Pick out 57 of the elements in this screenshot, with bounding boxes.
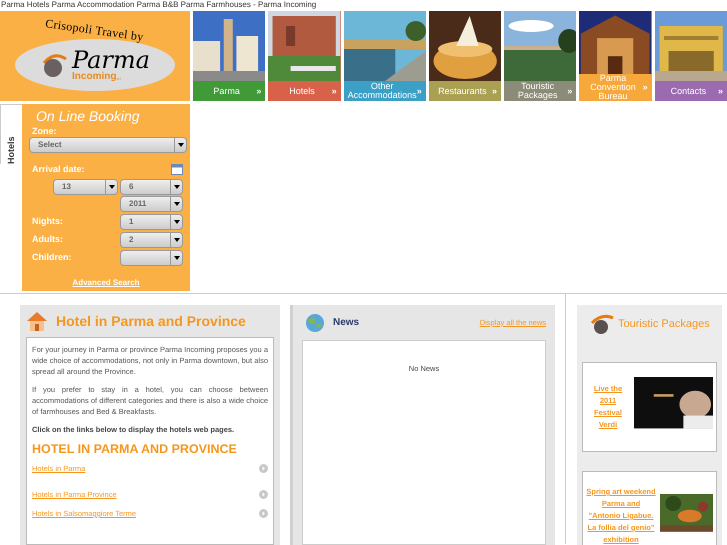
nav-tile[interactable]: Touristic Packages » xyxy=(504,11,576,101)
dropdown[interactable]: 13 xyxy=(53,178,118,194)
arrival-label: Arrival date: xyxy=(32,163,85,176)
dropdown-arrow-icon xyxy=(170,250,182,264)
zone-label: Zone: xyxy=(31,125,58,137)
news-title: News xyxy=(333,316,360,330)
house-icon xyxy=(26,311,48,331)
globe-icon xyxy=(305,312,325,332)
field-label: Nights: xyxy=(32,214,63,228)
dropdown-arrow-icon xyxy=(170,180,182,194)
dropdown-arrow-icon xyxy=(170,214,182,228)
calendar-icon[interactable] xyxy=(171,164,183,176)
page-title: Parma Hotels Parma Accommodation Parma B&B Parma Farmhouses - Parma Incoming xyxy=(0,0,318,11)
chevron-circle-icon xyxy=(259,490,268,499)
dropdown[interactable]: Select xyxy=(29,137,187,153)
field-label: Adults: xyxy=(32,232,63,246)
booking-title: On Line Booking xyxy=(35,107,141,125)
dropdown-arrow-icon xyxy=(170,196,182,210)
dropdown[interactable] xyxy=(120,250,183,266)
nav-arrow: » xyxy=(642,83,648,92)
dropdown[interactable]: 2 xyxy=(120,232,183,248)
logo-tagline: Crisopoli Travel by xyxy=(44,15,146,46)
logo-subtitle: Incoming xyxy=(72,72,116,82)
nav-label: Contacts xyxy=(670,86,708,96)
globe-arrow-icon xyxy=(40,51,68,79)
nav-arrow: » xyxy=(416,86,422,96)
nav-tile[interactable]: Parma Convention Bureau » xyxy=(579,11,652,101)
dropdown[interactable]: 2011 xyxy=(120,196,183,212)
advanced-search-link[interactable]: Advanced Search xyxy=(22,277,190,289)
dropdown-arrow-icon xyxy=(170,232,182,246)
hotel-title: Hotel in Parma and Province xyxy=(56,312,246,330)
dropdown-arrow-icon xyxy=(174,138,186,152)
nav-tile[interactable]: Contacts » xyxy=(654,11,727,101)
chevron-circle-icon xyxy=(259,509,268,518)
dropdown-arrow-icon xyxy=(105,180,117,194)
dropdown[interactable]: 6 xyxy=(120,178,183,194)
nav-arrow: » xyxy=(492,86,498,96)
nav-arrow: » xyxy=(256,86,262,96)
nav-label: Other Accommodations xyxy=(348,82,417,100)
nav-arrow: » xyxy=(332,86,337,96)
nav-label: Parma Convention Bureau xyxy=(589,74,637,102)
nav-tile[interactable]: Restaurants » xyxy=(428,11,502,101)
nav-arrow: » xyxy=(567,86,572,96)
nav-label: Parma xyxy=(212,86,241,96)
globe-arrow-icon xyxy=(590,313,614,335)
nav-label: Hotels xyxy=(288,86,316,96)
nav-arrow: » xyxy=(718,86,724,96)
dropdown[interactable]: 1 xyxy=(120,214,183,230)
section-heading: HOTEL IN PARMA AND PROVINCE xyxy=(32,441,238,457)
nav-label: Touristic Packages xyxy=(516,82,558,100)
packages-title: Touristic Packages xyxy=(618,316,710,332)
field-label: Children: xyxy=(32,250,72,264)
nav-tile[interactable]: Parma » xyxy=(193,11,266,101)
logo-brand: Parma xyxy=(72,48,150,72)
chevron-circle-icon xyxy=(259,464,268,473)
nav-label: Restaurants xyxy=(437,86,488,96)
nav-tile[interactable]: Hotels » xyxy=(268,11,341,101)
